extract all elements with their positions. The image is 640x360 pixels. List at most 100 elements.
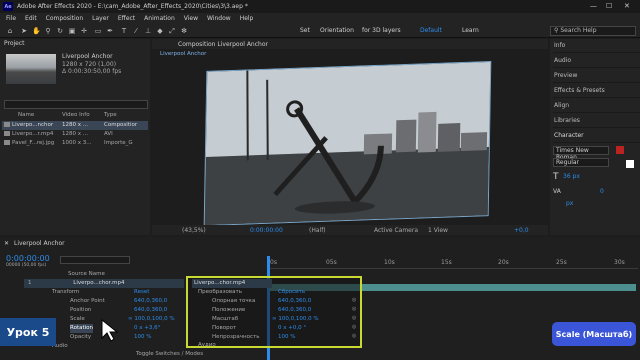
menu-composition[interactable]: Composition: [46, 15, 83, 22]
hl-transform-reset[interactable]: Сбросить: [278, 288, 305, 297]
puppet-pin-icon[interactable]: ✻: [180, 27, 188, 35]
hl-prop-scale-value[interactable]: ∞ 100,0,100,0 %: [272, 315, 319, 324]
workspace-default[interactable]: Default: [420, 27, 442, 34]
hl-layer-name[interactable]: Liverpo...chor.mp4: [192, 279, 272, 288]
hand-tool-icon[interactable]: ✋: [32, 27, 41, 35]
menu-animation[interactable]: Animation: [144, 15, 175, 22]
camera-tool-icon[interactable]: ▣: [68, 27, 76, 35]
panel-align[interactable]: Align: [553, 98, 640, 113]
pan-behind-icon[interactable]: ✛: [80, 27, 88, 35]
panel-effects-presets[interactable]: Effects & Presets: [553, 83, 640, 98]
views-select[interactable]: 1 View: [428, 227, 448, 234]
hl-prop-rotation-value[interactable]: 0 x +0,0 °: [278, 324, 306, 333]
timeline-timecode[interactable]: 0:00:00:00: [6, 254, 50, 263]
hl-link-icon[interactable]: ◎: [352, 333, 356, 339]
hl-audio-group[interactable]: Аудио: [198, 341, 216, 350]
transform-group[interactable]: Transform: [52, 288, 79, 297]
hl-link-icon[interactable]: ◎: [352, 315, 356, 321]
hl-prop-anchor: Опорная точка: [212, 298, 256, 304]
toggle-switches-modes[interactable]: Toggle Switches / Modes: [136, 351, 203, 357]
menu-view[interactable]: View: [184, 15, 198, 22]
zoom-select[interactable]: (43,5%): [182, 227, 206, 234]
prop-scale-value[interactable]: ∞ 100,0,100,0 %: [128, 315, 175, 324]
hl-prop-opacity-value[interactable]: 100 %: [278, 333, 295, 342]
current-time-display[interactable]: 0:00:00:00: [250, 227, 283, 234]
maximize-icon[interactable]: ☐: [606, 2, 612, 10]
exposure-value[interactable]: +0,0: [514, 227, 529, 234]
type-tool-icon[interactable]: T: [120, 27, 128, 35]
close-icon[interactable]: ✕: [624, 2, 630, 10]
zoom-tool-icon[interactable]: ⚲: [44, 27, 52, 35]
panel-info[interactable]: Info: [553, 38, 640, 53]
workspace-learn[interactable]: Learn: [462, 27, 479, 34]
hl-prop-anchor-value[interactable]: 640,0,360,0: [278, 297, 311, 306]
prop-position-value[interactable]: 640,0,360,0: [134, 306, 167, 315]
image-icon: [4, 140, 10, 145]
anchor-image: [204, 61, 492, 227]
camera-select[interactable]: Active Camera: [374, 227, 418, 234]
hl-link-icon[interactable]: ◎: [352, 306, 356, 312]
project-tab[interactable]: Project: [0, 39, 150, 49]
resolution-select[interactable]: (Half): [309, 227, 326, 234]
item-name: Liverpo...r.mp4: [12, 131, 54, 137]
minimize-icon[interactable]: —: [590, 2, 597, 10]
transform-reset[interactable]: Reset: [134, 288, 149, 297]
item-info: 1000 x 3...: [62, 140, 92, 146]
col-video-info[interactable]: Video Info: [62, 112, 90, 118]
hl-prop-position-value[interactable]: 640,0,360,0: [278, 306, 311, 315]
col-name[interactable]: Name: [18, 112, 34, 118]
menu-effect[interactable]: Effect: [118, 15, 135, 22]
prop-rotation-value[interactable]: 0 x +3,6°: [134, 324, 160, 333]
prop-scale: Scale: [70, 316, 85, 322]
rectangle-tool-icon[interactable]: ▭: [94, 27, 102, 35]
home-icon[interactable]: ⌂: [6, 27, 14, 35]
selection-tool-icon[interactable]: ➤: [20, 27, 28, 35]
orientation-select[interactable]: Orientation: [320, 27, 354, 34]
col-type[interactable]: Type: [104, 112, 117, 118]
font-style-select[interactable]: Regular: [553, 158, 609, 167]
layer-row[interactable]: 1 Liverpo...chor.mp4: [24, 279, 184, 288]
stroke-color-swatch[interactable]: [626, 160, 634, 168]
composition-tab[interactable]: Composition Liverpool Anchor: [178, 41, 268, 48]
tick-label: 30s: [614, 259, 625, 266]
pen-tool-icon[interactable]: ✒: [106, 27, 114, 35]
timeline-close-icon[interactable]: ✕: [4, 240, 9, 247]
menu-help[interactable]: Help: [240, 15, 254, 22]
project-search-input[interactable]: [4, 100, 148, 109]
project-item[interactable]: Liverpo...r.mp4 1280 x ... AVI: [2, 130, 148, 139]
tracking-value[interactable]: 0: [600, 188, 604, 195]
panel-libraries[interactable]: Libraries: [553, 113, 640, 128]
font-size-value[interactable]: 36 px: [563, 173, 580, 180]
project-item[interactable]: Liverpo...nchor 1280 x ... Compositior: [2, 121, 148, 130]
panel-character[interactable]: Character: [553, 128, 640, 143]
source-name-header[interactable]: Source Name: [68, 270, 105, 279]
hl-link-icon[interactable]: ◎: [352, 324, 356, 330]
timeline-comp-tab[interactable]: Liverpool Anchor: [14, 240, 65, 247]
prop-opacity-value[interactable]: 100 %: [134, 333, 151, 342]
font-family-select[interactable]: Times New Roman: [553, 146, 609, 161]
menu-window[interactable]: Window: [207, 15, 231, 22]
clone-stamp-icon[interactable]: ⊥: [144, 27, 152, 35]
composition-subtab[interactable]: Liverpool Anchor: [160, 51, 206, 57]
snapping-toggle[interactable]: Set: [300, 27, 310, 34]
fill-color-swatch[interactable]: [616, 146, 624, 154]
panel-audio[interactable]: Audio: [553, 53, 640, 68]
eraser-tool-icon[interactable]: ◆: [156, 27, 164, 35]
stroke-width-value[interactable]: px: [566, 200, 573, 207]
roto-brush-icon[interactable]: ⤢: [168, 27, 176, 35]
project-item[interactable]: Pavel_F...rej.jpg 1000 x 3... Importe_G: [2, 139, 148, 148]
hl-transform-group[interactable]: Преобразовать: [198, 288, 242, 297]
prop-opacity: Opacity: [70, 334, 92, 340]
title-bar: Ae Adobe After Effects 2020 - E:\cam_Ado…: [0, 0, 640, 13]
prop-anchor-point-value[interactable]: 640,0,360,0: [134, 297, 167, 306]
hl-link-icon[interactable]: ◎: [352, 297, 356, 303]
menu-file[interactable]: File: [6, 15, 16, 22]
menu-edit[interactable]: Edit: [25, 15, 37, 22]
rotate-tool-icon[interactable]: ↻: [56, 27, 64, 35]
menu-layer[interactable]: Layer: [92, 15, 109, 22]
brush-tool-icon[interactable]: ⁄: [132, 27, 140, 35]
search-help-input[interactable]: ⚲ Search Help: [550, 26, 636, 36]
panel-preview[interactable]: Preview: [553, 68, 640, 83]
composition-viewer[interactable]: [203, 60, 492, 227]
timeline-search-input[interactable]: [60, 256, 130, 264]
